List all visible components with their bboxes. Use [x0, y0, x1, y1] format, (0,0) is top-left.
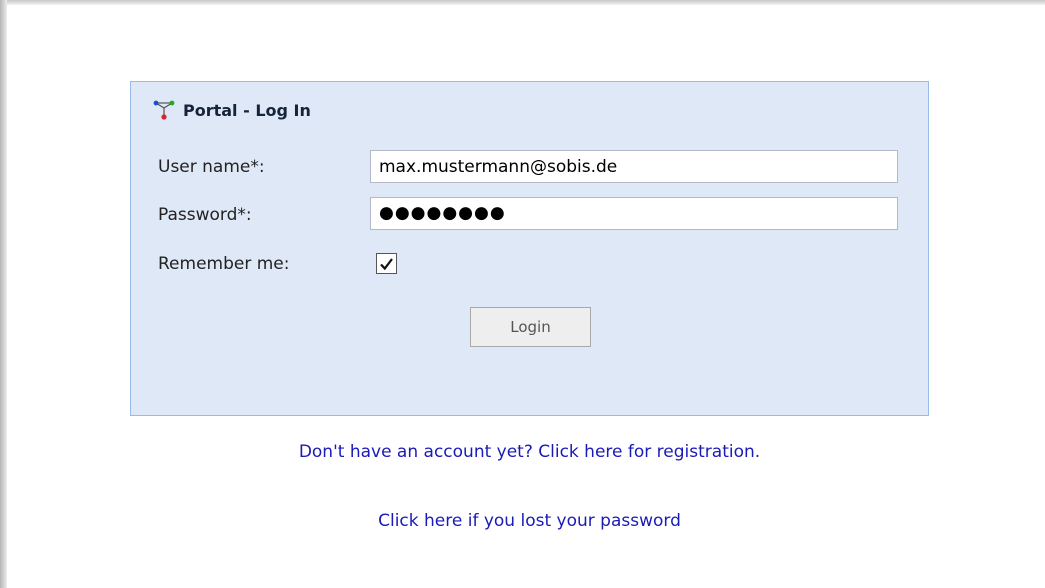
registration-link[interactable]: Don't have an account yet? Click here fo…: [130, 442, 929, 462]
username-field[interactable]: [370, 150, 898, 183]
login-page: Portal - Log In User name*: Password*: ●…: [0, 0, 1045, 588]
top-shadow: [0, 0, 1045, 5]
password-label: Password*:: [158, 205, 252, 225]
password-field[interactable]: ●●●●●●●●: [370, 197, 898, 230]
login-button[interactable]: Login: [470, 307, 591, 347]
username-label: User name*:: [158, 157, 265, 177]
lost-password-link[interactable]: Click here if you lost your password: [130, 511, 929, 531]
remember-me-label: Remember me:: [158, 254, 290, 274]
login-panel: Portal - Log In User name*: Password*: ●…: [130, 81, 929, 416]
remember-me-checkbox[interactable]: [376, 253, 397, 274]
left-shadow: [0, 0, 7, 588]
login-title: Portal - Log In: [183, 100, 311, 120]
checkmark-icon: [380, 257, 393, 270]
login-panel-header: Portal - Log In: [153, 98, 311, 122]
portal-network-icon: [153, 100, 175, 120]
